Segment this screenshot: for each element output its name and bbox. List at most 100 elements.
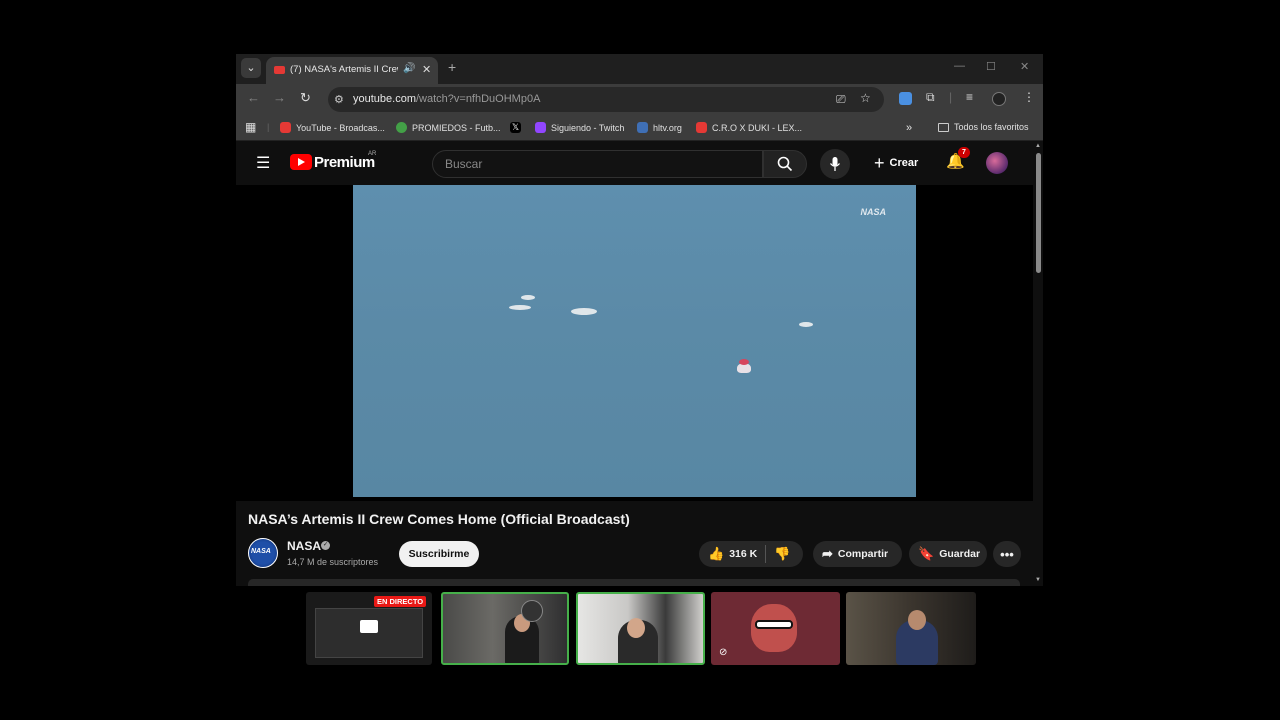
scroll-down-icon[interactable]: ▼ [1035,577,1041,583]
youtube-logo-icon[interactable] [290,154,312,170]
save-button[interactable]: 🔖 Guardar [909,541,987,567]
folder-icon [938,122,949,132]
address-bar[interactable]: ⚙ youtube.com/watch?v=nfhDuOHMp0A ⎚ ☆ [328,87,884,112]
search-input[interactable] [445,157,745,171]
twitch-favicon-icon [535,122,546,133]
site-info-icon[interactable]: ⚙ [334,93,344,106]
media-control-icon[interactable]: ≡ [966,90,973,104]
bookmarks-bar: ▦ | YouTube - Broadcas... PROMIEDOS - Fu… [236,114,1043,141]
browser-toolbar: ← → ↻ ⚙ youtube.com/watch?v=nfhDuOHMp0A … [236,84,1043,114]
bookmark-hltv[interactable]: hltv.org [637,122,682,133]
create-button[interactable]: + Crear [874,151,918,175]
hltv-favicon-icon [637,122,648,133]
webcam-tile-1[interactable] [441,592,569,665]
recovery-boat [509,305,531,310]
search-button[interactable] [763,150,807,178]
bookmark-twitch[interactable]: Siguiendo - Twitch [535,122,624,133]
extension-icon[interactable] [899,92,912,105]
minimize-button[interactable]: — [954,60,965,72]
search-box [432,150,763,178]
webcam-tile-2[interactable] [576,592,705,665]
voice-search-button[interactable] [820,149,850,179]
reload-button[interactable]: ↻ [300,90,311,106]
orion-capsule [737,359,751,373]
notification-count-badge: 7 [958,147,970,158]
channel-avatar-logo: NASA [251,548,271,555]
more-bookmarks-icon[interactable]: » [906,122,912,134]
x-logo-icon: 𝕏 [510,122,521,133]
youtube-page: ☰ Premium AR +Crear 🔔 7 NASA [236,141,1043,586]
thumbs-up-icon: 👍 [708,546,725,561]
new-tab-button[interactable]: + [448,59,456,75]
tab-search-button[interactable]: ⌄ [241,58,261,78]
close-window-button[interactable]: ✕ [1020,60,1029,73]
tab-active[interactable]: (7) NASA's Artemis II Crew 🔊 ✕ [266,57,438,84]
extensions-puzzle-icon[interactable]: ⧉ [926,90,935,105]
more-actions-button[interactable]: ••• [993,541,1021,567]
streamer-face [908,610,926,630]
hamburger-menu-icon[interactable]: ☰ [256,153,270,173]
browser-window: ⌄ (7) NASA's Artemis II Crew 🔊 ✕ + — ☐ ✕… [236,54,1043,586]
nasa-watermark: NASA [860,207,886,217]
youtube-brand[interactable]: Premium [314,154,375,171]
bookmark-star-icon[interactable]: ☆ [860,91,871,105]
youtube-favicon-icon [274,66,285,74]
page-scrollbar[interactable]: ▲ ▼ [1033,141,1043,586]
install-app-icon[interactable]: ⎚ [836,92,846,107]
back-button[interactable]: ← [247,90,260,105]
recovery-boat [571,308,597,315]
close-tab-icon[interactable]: ✕ [422,63,431,76]
bookmark-promiedos[interactable]: PROMIEDOS - Futb... [396,122,501,133]
scrollbar-thumb[interactable] [1036,153,1041,273]
webcam-tile-3[interactable]: ⊘ [711,592,840,665]
toolbar-divider: | [949,90,953,104]
bookmark-cro-duki[interactable]: C.R.O X DUKI - LEX... [696,122,802,133]
video-player[interactable]: NASA [353,185,916,497]
profile-icon[interactable] [992,92,1006,106]
share-arrow-icon: ➦ [822,546,833,561]
youtube-favicon-icon [280,122,291,133]
channel-name[interactable]: NASA [287,539,321,553]
maximize-button[interactable]: ☐ [986,60,996,73]
tab-strip: ⌄ (7) NASA's Artemis II Crew 🔊 ✕ + — ☐ ✕ [236,54,1043,84]
speaker-icon[interactable]: 🔊 [403,63,415,74]
share-button[interactable]: ➦ Compartir [813,541,902,567]
camera-off-icon: ⊘ [719,647,728,658]
bookmark-icon: 🔖 [918,546,935,561]
all-bookmarks-folder[interactable]: Todos los favoritos [938,122,1029,132]
below-player-panel [248,579,1020,586]
stream-preview: EN DIRECTO [306,592,432,665]
like-dislike-group: 👍 316 K 👎 [699,541,803,567]
bookmarks-divider: | [267,122,270,132]
glasses-icon [755,620,793,629]
apps-grid-icon[interactable]: ▦ [245,120,256,134]
user-avatar[interactable] [986,152,1008,174]
webcam-tile-4[interactable] [846,592,976,665]
channel-avatar[interactable]: NASA [248,538,278,568]
bookmark-youtube[interactable]: YouTube - Broadcas... [280,122,385,133]
monitor-icon [360,620,378,633]
recovery-boat [799,322,813,327]
plus-icon: + [874,152,885,173]
bookmark-x[interactable]: 𝕏 [510,122,526,133]
tab-title: (7) NASA's Artemis II Crew [290,64,398,75]
microphone-icon [829,157,841,171]
video-title: NASA’s Artemis II Crew Comes Home (Offic… [248,511,630,527]
screen-share-preview [315,608,423,658]
forward-button[interactable]: → [273,90,286,105]
thumbs-down-icon[interactable]: 👎 [774,546,790,562]
youtube-header: ☰ Premium AR +Crear 🔔 7 [236,141,1033,185]
recovery-boat [521,295,535,300]
scroll-up-icon[interactable]: ▲ [1035,143,1041,149]
region-code: AR [368,151,377,157]
more-dots-icon: ••• [1000,546,1014,562]
promiedos-favicon-icon [396,122,407,133]
like-divider [765,545,767,563]
url-text: youtube.com/watch?v=nfhDuOHMp0A [353,93,541,105]
verified-check-icon: ✓ [321,541,330,550]
youtube-favicon-icon [696,122,707,133]
search-icon [777,156,793,172]
menu-kebab-icon[interactable]: ⋮ [1023,90,1035,104]
like-button[interactable]: 👍 316 K [708,546,757,562]
subscribe-button[interactable]: Suscribirme [399,541,479,567]
